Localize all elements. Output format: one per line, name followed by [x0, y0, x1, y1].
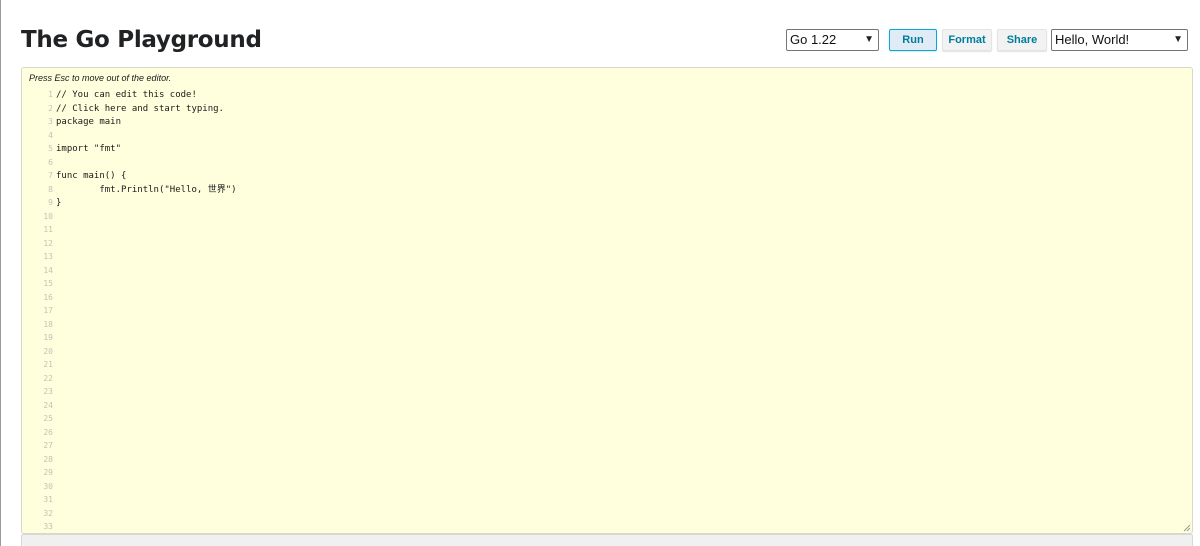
code-lines[interactable]: 1// You can edit this code! 2// Click her… — [22, 88, 237, 533]
line-number: 29 — [43, 468, 53, 477]
line-number: 25 — [43, 414, 53, 423]
line-number: 22 — [43, 373, 53, 383]
line-number: 2 — [48, 103, 53, 113]
line-code[interactable]: } — [53, 197, 61, 211]
code-line[interactable]: 12 — [22, 237, 237, 251]
line-number: 14 — [43, 265, 53, 275]
chevron-down-icon: ▼ — [864, 34, 874, 45]
code-line[interactable]: 23 — [22, 385, 237, 399]
line-number: 20 — [43, 346, 53, 356]
code-line[interactable]: 28 — [22, 453, 237, 467]
format-button[interactable]: Format — [942, 29, 992, 51]
code-line[interactable]: 3 package main — [22, 115, 237, 129]
line-number: 12 — [43, 238, 53, 248]
line-number: 28 — [43, 454, 53, 464]
code-line[interactable]: 19 — [22, 331, 237, 345]
code-line[interactable]: 22 — [22, 372, 237, 386]
line-number: 16 — [43, 292, 53, 302]
code-line[interactable]: 11 — [22, 223, 237, 237]
chevron-down-icon: ▼ — [1173, 34, 1183, 45]
example-select-value: Hello, World! — [1055, 32, 1130, 47]
line-number: 27 — [43, 441, 53, 450]
code-line[interactable]: 2// Click here and start typing. — [22, 102, 237, 116]
code-line[interactable]: 9} — [22, 196, 237, 210]
line-code[interactable]: import "fmt" — [53, 143, 121, 157]
line-number: 6 — [48, 157, 53, 167]
editor-hint: Press Esc to move out of the editor. — [29, 73, 172, 83]
code-line[interactable]: 15 — [22, 277, 237, 291]
code-line[interactable]: 29 — [22, 466, 237, 480]
code-line[interactable]: 25 — [22, 412, 237, 426]
run-button[interactable]: Run — [889, 29, 937, 51]
code-line[interactable]: 27 — [22, 439, 237, 453]
code-line[interactable]: 26 — [22, 426, 237, 440]
code-line[interactable]: 17 — [22, 304, 237, 318]
code-line[interactable]: 30 — [22, 480, 237, 494]
line-number: 4 — [48, 130, 53, 140]
code-line[interactable]: 33 — [22, 520, 237, 533]
line-number: 24 — [43, 400, 53, 410]
code-line[interactable]: 21 — [22, 358, 237, 372]
code-line[interactable]: 24 — [22, 399, 237, 413]
output-panel — [21, 534, 1193, 546]
code-line[interactable]: 31 — [22, 493, 237, 507]
playground-page: The Go Playground Go 1.22 ▼ Run Format S… — [0, 0, 1200, 546]
code-line[interactable]: 4 — [22, 129, 237, 143]
line-number: 8 — [48, 184, 53, 194]
line-code[interactable]: // Click here and start typing. — [53, 103, 224, 117]
version-select[interactable]: Go 1.22 ▼ — [786, 29, 879, 51]
line-number: 30 — [43, 481, 53, 491]
share-button[interactable]: Share — [997, 29, 1047, 51]
line-number: 9 — [48, 198, 53, 207]
window-edge — [0, 0, 1, 546]
code-editor[interactable]: Press Esc to move out of the editor. 1//… — [21, 67, 1193, 534]
code-line[interactable]: 18 — [22, 318, 237, 332]
line-number: 23 — [43, 387, 53, 396]
code-line[interactable]: 7 func main() { — [22, 169, 237, 183]
line-code[interactable]: package main — [53, 116, 121, 130]
line-number: 13 — [43, 252, 53, 261]
line-number: 15 — [43, 279, 53, 288]
line-number: 26 — [43, 427, 53, 437]
line-code[interactable]: fmt.Println("Hello, 世界") — [53, 184, 236, 198]
version-select-value: Go 1.22 — [790, 32, 837, 47]
code-line[interactable]: 5 import "fmt" — [22, 142, 237, 156]
line-number: 7 — [48, 171, 53, 180]
code-line[interactable]: 1// You can edit this code! — [22, 88, 237, 102]
line-code[interactable]: func main() { — [53, 170, 126, 184]
line-number: 19 — [43, 333, 53, 342]
code-line[interactable]: 6 — [22, 156, 237, 170]
line-number: 31 — [43, 495, 53, 504]
line-number: 5 — [48, 144, 53, 153]
line-number: 11 — [43, 225, 53, 234]
line-number: 33 — [43, 522, 53, 531]
line-number: 1 — [48, 90, 53, 99]
page-title: The Go Playground — [21, 27, 262, 53]
code-line[interactable]: 16 — [22, 291, 237, 305]
line-number: 3 — [48, 117, 53, 126]
line-code[interactable]: // You can edit this code! — [53, 89, 197, 103]
code-line[interactable]: 14 — [22, 264, 237, 278]
line-number: 18 — [43, 319, 53, 329]
line-number: 21 — [43, 360, 53, 369]
code-line[interactable]: 10 — [22, 210, 237, 224]
code-line[interactable]: 20 — [22, 345, 237, 359]
code-line[interactable]: 8 fmt.Println("Hello, 世界") — [22, 183, 236, 198]
example-select[interactable]: Hello, World! ▼ — [1051, 29, 1188, 51]
code-line[interactable]: 13 — [22, 250, 237, 264]
line-number: 10 — [43, 211, 53, 221]
line-number: 17 — [43, 306, 53, 315]
resize-grip-icon[interactable] — [1183, 524, 1191, 532]
code-line[interactable]: 32 — [22, 507, 237, 521]
line-number: 32 — [43, 508, 53, 518]
